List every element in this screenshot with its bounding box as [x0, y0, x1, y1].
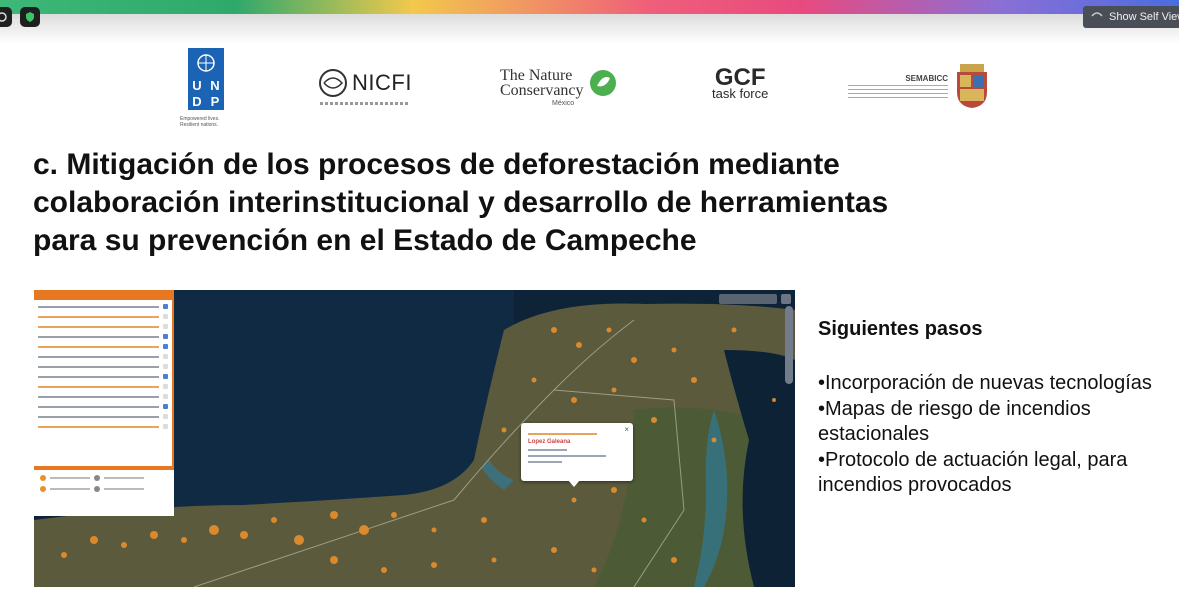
undp-letter: U	[192, 78, 202, 93]
layer-row[interactable]	[38, 383, 168, 390]
map-basemap-button[interactable]	[719, 294, 777, 304]
campeche-coat-of-arms-icon	[957, 64, 987, 108]
layer-row[interactable]	[38, 393, 168, 400]
layer-row[interactable]	[38, 363, 168, 370]
undp-caption: Empowered lives. Resilient nations.	[180, 116, 220, 128]
layer-row[interactable]	[38, 373, 168, 380]
layer-row[interactable]	[38, 413, 168, 420]
layer-row[interactable]	[38, 323, 168, 330]
next-steps-section: Siguientes pasos •Incorporación de nueva…	[818, 318, 1168, 499]
map-feature-popup[interactable]: × Lopez Galeana	[521, 423, 633, 481]
nicfi-logo: NICFI	[318, 68, 412, 98]
window-top-gradient	[0, 0, 1179, 14]
legend-fire-dot-icon	[40, 475, 46, 481]
camera-icon[interactable]	[0, 7, 12, 27]
tnc-logo: The Nature Conservancy México	[500, 68, 620, 107]
video-icon	[1091, 11, 1103, 24]
layer-row[interactable]	[38, 333, 168, 340]
layer-row[interactable]	[38, 353, 168, 360]
map-zoom-scrollbar[interactable]	[785, 306, 793, 384]
show-self-view-label: Show Self View	[1109, 11, 1179, 23]
undp-logo: U N D P	[188, 48, 224, 110]
legend-fire-dot-icon	[40, 486, 46, 492]
undp-letter: D	[192, 94, 202, 109]
gcf-logo: GCF task force	[712, 66, 769, 104]
fire-monitoring-map[interactable]: × Lopez Galeana	[34, 290, 795, 587]
layer-row[interactable]	[38, 403, 168, 410]
undp-letter: P	[210, 94, 220, 109]
nicfi-caption-line	[320, 102, 410, 105]
undp-letter: N	[210, 78, 220, 93]
tnc-leaf-icon	[589, 70, 616, 96]
tnc-line2: Conservancy	[500, 82, 584, 99]
semabicc-logo: SEMABICC	[844, 74, 948, 99]
slide-heading: c. Mitigación de los procesos de defores…	[33, 146, 1033, 260]
nicfi-emblem-icon	[319, 69, 347, 97]
slide-heading-line3: para su prevención en el Estado de Campe…	[33, 224, 697, 257]
popup-close-icon[interactable]: ×	[624, 425, 629, 434]
layer-row[interactable]	[38, 343, 168, 350]
semabicc-caption-lines	[848, 85, 948, 99]
map-popup-pointer	[568, 480, 580, 487]
slide-heading-line1: c. Mitigación de los procesos de defores…	[33, 148, 840, 181]
partner-logos-row: U N D P Empowered lives. Resilient natio…	[0, 46, 1179, 136]
semabicc-title: SEMABICC	[905, 74, 948, 83]
next-step-item: •Mapas de riesgo de incendios estacional…	[818, 398, 1091, 445]
layer-row[interactable]	[38, 313, 168, 320]
layer-row[interactable]	[38, 423, 168, 430]
next-step-item: •Protocolo de actuación legal, para ince…	[818, 449, 1128, 496]
map-legend	[34, 466, 174, 516]
popup-title: Lopez Galeana	[528, 439, 571, 445]
next-steps-title: Siguientes pasos	[818, 318, 983, 340]
shield-security-icon[interactable]	[20, 7, 40, 27]
layer-row[interactable]	[38, 303, 168, 310]
tnc-line1: The Nature	[500, 67, 573, 84]
show-self-view-button[interactable]: Show Self View	[1083, 6, 1179, 28]
window-top-shade	[0, 14, 1179, 44]
map-layer-panel-header	[34, 290, 172, 300]
un-globe-icon	[188, 48, 224, 78]
next-step-item: •Incorporación de nuevas tecnologías	[818, 372, 1152, 394]
slide-heading-line2: colaboración interinstitucional y desarr…	[33, 186, 889, 219]
gcf-subtitle: task force	[712, 86, 769, 101]
next-steps-list: •Incorporación de nuevas tecnologías •Ma…	[818, 371, 1168, 498]
map-expand-icon[interactable]	[781, 294, 791, 304]
tnc-country: México	[552, 100, 575, 107]
nicfi-text: NICFI	[352, 70, 412, 95]
